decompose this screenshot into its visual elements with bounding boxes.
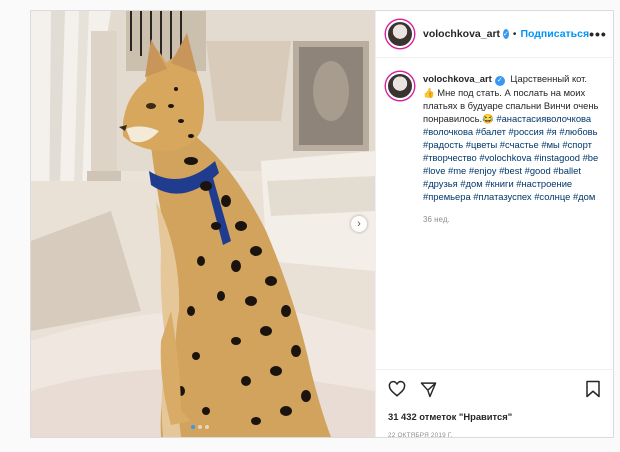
serval-cat-photo: [31, 11, 375, 437]
paper-plane-icon[interactable]: [420, 381, 437, 403]
username-link[interactable]: volochkova_art: [423, 28, 500, 40]
likes-count[interactable]: 31 432 отметок "Нравится": [388, 411, 601, 422]
post-photo[interactable]: ›: [31, 11, 375, 437]
caption-age: 36 нед.: [423, 215, 450, 225]
more-options-icon[interactable]: •••: [589, 26, 607, 42]
follow-button[interactable]: Подписаться: [520, 28, 589, 40]
post-date: 22 ОКТЯБРЯ 2019 Г.: [388, 432, 453, 439]
carousel-dot: [198, 425, 202, 429]
instagram-post: › volochkova_art ✓ • Подписаться ••• vol…: [30, 10, 614, 439]
caption-row: volochkova_art ✓ Царственный кот. 👍 Мне п…: [386, 72, 601, 226]
action-icons: [388, 380, 601, 403]
verified-badge-icon: ✓: [503, 29, 509, 39]
bookmark-icon[interactable]: [585, 380, 601, 403]
carousel-indicator: [191, 425, 209, 429]
comments-section: volochkova_art ✓ Царственный кот. 👍 Мне п…: [376, 58, 613, 369]
actions-bar: 31 432 отметок "Нравится" 22 ОКТЯБРЯ 201…: [376, 369, 613, 439]
post-header: volochkova_art ✓ • Подписаться •••: [376, 11, 613, 58]
avatar[interactable]: [386, 20, 414, 48]
caption-avatar[interactable]: [386, 72, 414, 100]
carousel-dot: [191, 425, 195, 429]
caption-username-link[interactable]: volochkova_art: [423, 73, 492, 84]
carousel-dot: [205, 425, 209, 429]
chevron-right-icon: ›: [357, 217, 361, 230]
separator-dot: •: [512, 28, 517, 40]
caption-hashtags[interactable]: #анастасияволочкова #волочкова #балет #р…: [423, 113, 598, 203]
heart-icon[interactable]: [388, 380, 406, 403]
next-slide-button[interactable]: ›: [351, 216, 367, 232]
post-sidebar: volochkova_art ✓ • Подписаться ••• voloc…: [375, 11, 613, 439]
verified-badge-icon: ✓: [494, 75, 505, 86]
caption: volochkova_art ✓ Царственный кот. 👍 Мне п…: [423, 72, 601, 226]
